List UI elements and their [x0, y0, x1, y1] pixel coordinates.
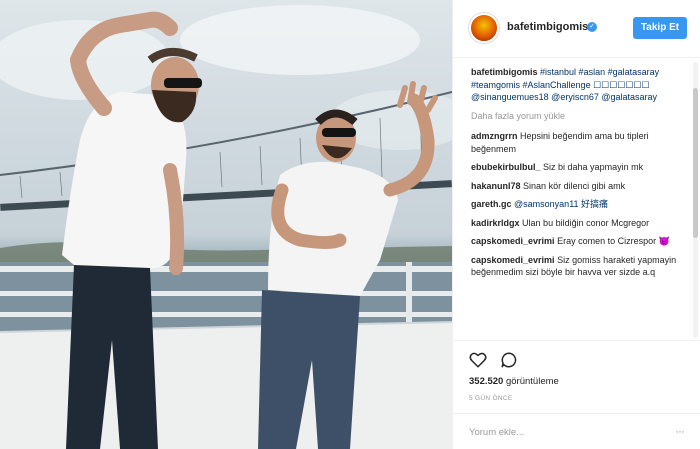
comment-username[interactable]: kadirkrldgx: [471, 218, 520, 228]
follow-button[interactable]: Takip Et: [633, 17, 687, 39]
comment-username[interactable]: ebubekirbulbul_: [471, 162, 541, 172]
view-count-label: görüntüleme: [505, 376, 559, 387]
comment-text[interactable]: @samsonyan11 好搞痛: [514, 199, 608, 209]
verified-badge-icon: ✓: [587, 22, 597, 32]
post-side-panel: bafetimbigomis ✓ Takip Et bafetimbigomis…: [452, 0, 700, 449]
comment-username[interactable]: gareth.gc: [471, 199, 512, 209]
comment-item: kadirkrldgx Ulan bu bildiğin conor Mcgre…: [471, 217, 685, 230]
comment-username[interactable]: capskomedi_evrimi: [471, 236, 555, 246]
comment-username[interactable]: capskomedi_evrimi: [471, 255, 555, 265]
comment-username[interactable]: admzngrrn: [471, 131, 518, 141]
comments-scrollbar[interactable]: [693, 62, 698, 338]
comment-item: hakanunl78 Sinan kör dilenci gibi amk: [471, 180, 685, 193]
comment-item: capskomedi_evrimi Siz gomiss haraketi ya…: [471, 254, 685, 279]
heart-icon[interactable]: [469, 351, 487, 369]
add-comment-bar: ···: [453, 413, 700, 449]
view-count: 352.520 görüntüleme: [469, 376, 559, 387]
comment-text: Ulan bu bildiğin conor Mcgregor: [522, 217, 650, 228]
comment-item: capskomedi_evrimi Eray comen to Cizrespo…: [471, 235, 685, 248]
view-count-number: 352.520: [469, 376, 504, 387]
post-actions: 352.520 görüntüleme 5 GÜN ÖNCE: [453, 340, 700, 410]
scrollbar-thumb[interactable]: [693, 88, 698, 238]
comment-item: gareth.gc @samsonyan11 好搞痛: [471, 198, 685, 211]
post-timestamp[interactable]: 5 GÜN ÖNCE: [469, 395, 512, 402]
comment-bubble-icon[interactable]: [500, 351, 518, 369]
header-username[interactable]: bafetimbigomis: [507, 21, 588, 33]
comment-item: admzngrrn Hepsini beğendim ama bu tipler…: [471, 130, 685, 155]
load-more-comments-link[interactable]: Daha fazla yorum yükle: [471, 110, 685, 123]
comment-text: Eray comen to Cizrespor 😈: [557, 236, 670, 246]
video-frame-illustration: [0, 5, 452, 449]
post-header: bafetimbigomis ✓ Takip Et: [453, 0, 700, 58]
more-options-icon[interactable]: ···: [675, 424, 685, 438]
comment-username[interactable]: hakanunl78: [471, 181, 521, 191]
avatar[interactable]: [469, 13, 499, 43]
comment-item: ebubekirbulbul_ Siz bi daha yapmayin mk: [471, 161, 685, 174]
comment-text: Siz bi daha yapmayin mk: [543, 162, 644, 172]
caption: bafetimbigomis #istanbul #aslan #galatas…: [471, 66, 685, 104]
caption-username[interactable]: bafetimbigomis: [471, 67, 538, 77]
comment-text: Sinan kör dilenci gibi amk: [523, 180, 626, 191]
post-media[interactable]: [0, 0, 452, 449]
comment-input[interactable]: [469, 424, 669, 440]
comments-list[interactable]: bafetimbigomis #istanbul #aslan #galatas…: [471, 66, 685, 338]
